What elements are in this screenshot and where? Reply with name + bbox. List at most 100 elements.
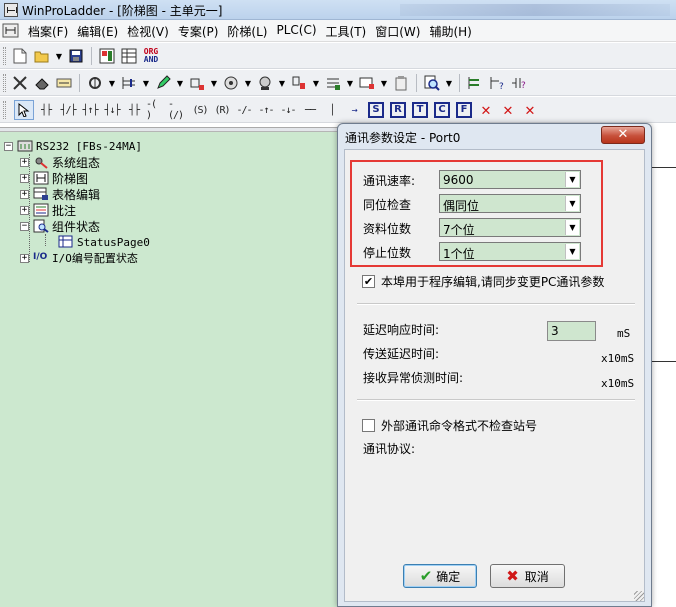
contact-help-icon[interactable]: ? bbox=[509, 73, 529, 93]
register-dropdown-icon[interactable]: ▼ bbox=[379, 73, 389, 93]
project-table-icon[interactable] bbox=[97, 46, 117, 66]
set-instruction-icon[interactable]: S bbox=[366, 100, 386, 120]
counter-instruction-icon[interactable]: C bbox=[432, 100, 452, 120]
delay-response-input[interactable]: 3 bbox=[547, 321, 596, 341]
vertical-line-icon[interactable]: │ bbox=[322, 100, 342, 120]
data-bits-select[interactable]: 7个位 ▼ bbox=[439, 218, 581, 237]
menu-view[interactable]: 检视(V) bbox=[125, 23, 176, 40]
open-contact-icon[interactable]: ┤├ bbox=[124, 100, 144, 120]
list-view-icon[interactable] bbox=[323, 73, 343, 93]
document-ladder-icon[interactable] bbox=[2, 23, 20, 39]
rising-contact-icon[interactable]: ┤↑├ bbox=[80, 100, 100, 120]
parity-select[interactable]: 偶同位 ▼ bbox=[439, 194, 581, 213]
column-dropdown-icon[interactable]: ▼ bbox=[141, 73, 151, 93]
tree-root[interactable]: − RS232 [FBs-24MA] bbox=[4, 138, 150, 154]
menu-help[interactable]: 辅助(H) bbox=[427, 23, 478, 40]
collapse-icon[interactable]: − bbox=[20, 221, 29, 231]
ladder-check-icon[interactable]: ? bbox=[487, 73, 507, 93]
pane-splitter[interactable] bbox=[0, 128, 340, 132]
clipboard-icon[interactable] bbox=[391, 73, 411, 93]
tree-item-status-page[interactable]: StatusPage0 bbox=[4, 234, 150, 250]
menu-plc[interactable]: PLC(C) bbox=[274, 23, 323, 40]
chevron-down-icon[interactable]: ▼ bbox=[565, 220, 579, 235]
open-dropdown-icon[interactable]: ▼ bbox=[54, 46, 64, 66]
tree-item-table-edit[interactable]: + 表格编辑 bbox=[4, 186, 150, 202]
tree-item-io-config[interactable]: + I/O I/O编号配置状态 bbox=[4, 250, 150, 266]
dialog-title-bar[interactable]: 通讯参数设定 - Port0 ✕ bbox=[338, 124, 651, 148]
output-coil-icon[interactable]: -( ) bbox=[146, 99, 166, 121]
menu-tools[interactable]: 工具(T) bbox=[324, 23, 374, 40]
toolbar-grip[interactable] bbox=[3, 47, 6, 65]
select-arrow-icon[interactable] bbox=[14, 100, 34, 120]
insert-column-icon[interactable] bbox=[119, 73, 139, 93]
menu-edit[interactable]: 编辑(E) bbox=[75, 23, 125, 40]
chevron-down-icon[interactable]: ▼ bbox=[565, 172, 579, 187]
menu-project[interactable]: 专案(P) bbox=[176, 23, 226, 40]
status-dropdown-icon[interactable]: ▼ bbox=[277, 73, 287, 93]
search-icon[interactable] bbox=[422, 73, 442, 93]
tree-item-ladder[interactable]: + 阶梯图 bbox=[4, 170, 150, 186]
monitor-dropdown-icon[interactable]: ▼ bbox=[243, 73, 253, 93]
sync-pc-params-checkbox[interactable]: ✔ bbox=[362, 274, 375, 288]
nc-contact-icon[interactable]: ┤/├ bbox=[58, 100, 78, 120]
function-instruction-icon[interactable]: F bbox=[454, 100, 474, 120]
collapse-icon[interactable]: − bbox=[4, 141, 13, 151]
horizontal-line-icon[interactable]: ── bbox=[300, 100, 320, 120]
chevron-down-icon[interactable]: ▼ bbox=[565, 196, 579, 211]
pulse-down-icon[interactable]: -↓- bbox=[278, 100, 298, 120]
force-dropdown-icon[interactable]: ▼ bbox=[311, 73, 321, 93]
insert-network-icon[interactable] bbox=[85, 73, 105, 93]
cancel-button[interactable]: ✖ 取消 bbox=[490, 564, 565, 588]
inverse-coil-icon[interactable]: -(/) bbox=[168, 99, 188, 121]
contact-edit-icon[interactable] bbox=[187, 73, 207, 93]
falling-contact-icon[interactable]: ┤↓├ bbox=[102, 100, 122, 120]
expand-icon[interactable]: + bbox=[20, 205, 29, 215]
force-io-icon[interactable] bbox=[289, 73, 309, 93]
reset-coil-icon[interactable]: (R) bbox=[212, 100, 232, 120]
chevron-down-icon[interactable]: ▼ bbox=[565, 244, 579, 259]
stop-bits-select[interactable]: 1个位 ▼ bbox=[439, 242, 581, 261]
register-table-icon[interactable] bbox=[357, 73, 377, 93]
status-icon[interactable] bbox=[255, 73, 275, 93]
network-dropdown-icon[interactable]: ▼ bbox=[107, 73, 117, 93]
find-rung-icon[interactable] bbox=[54, 73, 74, 93]
new-file-icon[interactable] bbox=[10, 46, 30, 66]
contact-dropdown-icon[interactable]: ▼ bbox=[209, 73, 219, 93]
delete-horizontal-icon[interactable]: ✕ bbox=[520, 100, 540, 120]
save-disk-icon[interactable] bbox=[66, 46, 86, 66]
reset-instruction-icon[interactable]: R bbox=[388, 100, 408, 120]
expand-icon[interactable]: + bbox=[20, 157, 29, 167]
expand-icon[interactable]: + bbox=[20, 253, 29, 263]
resize-grip[interactable] bbox=[634, 591, 644, 601]
pencil-icon[interactable] bbox=[153, 73, 173, 93]
baud-rate-select[interactable]: 9600 ▼ bbox=[439, 170, 581, 189]
menu-ladder[interactable]: 阶梯(L) bbox=[225, 23, 274, 40]
search-dropdown-icon[interactable]: ▼ bbox=[444, 73, 454, 93]
eraser-icon[interactable] bbox=[32, 73, 52, 93]
close-icon[interactable]: ✕ bbox=[601, 126, 645, 144]
connect-arrow-icon[interactable]: → bbox=[344, 100, 364, 120]
pencil-dropdown-icon[interactable]: ▼ bbox=[175, 73, 185, 93]
no-contact-icon[interactable]: ┤├ bbox=[36, 100, 56, 120]
toolbar-grip[interactable] bbox=[3, 74, 6, 92]
toolbar-grip[interactable] bbox=[3, 101, 6, 119]
tree-item-component-status[interactable]: − 组件状态 bbox=[4, 218, 150, 234]
cut-rung-icon[interactable] bbox=[10, 73, 30, 93]
monitor-icon[interactable] bbox=[221, 73, 241, 93]
menu-window[interactable]: 窗口(W) bbox=[373, 23, 427, 40]
list-dropdown-icon[interactable]: ▼ bbox=[345, 73, 355, 93]
not-icon[interactable]: -/- bbox=[234, 100, 254, 120]
delete-vertical-icon[interactable]: ✕ bbox=[498, 100, 518, 120]
timer-instruction-icon[interactable]: T bbox=[410, 100, 430, 120]
ok-button[interactable]: ✔ 确定 bbox=[403, 564, 477, 588]
delete-element-icon[interactable]: ✕ bbox=[476, 100, 496, 120]
monitor-table-icon[interactable] bbox=[119, 46, 139, 66]
no-station-check-checkbox[interactable] bbox=[362, 418, 375, 432]
tree-item-comments[interactable]: + 批注 bbox=[4, 202, 150, 218]
pulse-up-icon[interactable]: -↑- bbox=[256, 100, 276, 120]
tree-item-system-config[interactable]: + 系统组态 bbox=[4, 154, 150, 170]
open-folder-icon[interactable] bbox=[32, 46, 52, 66]
expand-icon[interactable]: + bbox=[20, 173, 29, 183]
set-coil-icon[interactable]: (S) bbox=[190, 100, 210, 120]
expand-icon[interactable]: + bbox=[20, 189, 29, 199]
